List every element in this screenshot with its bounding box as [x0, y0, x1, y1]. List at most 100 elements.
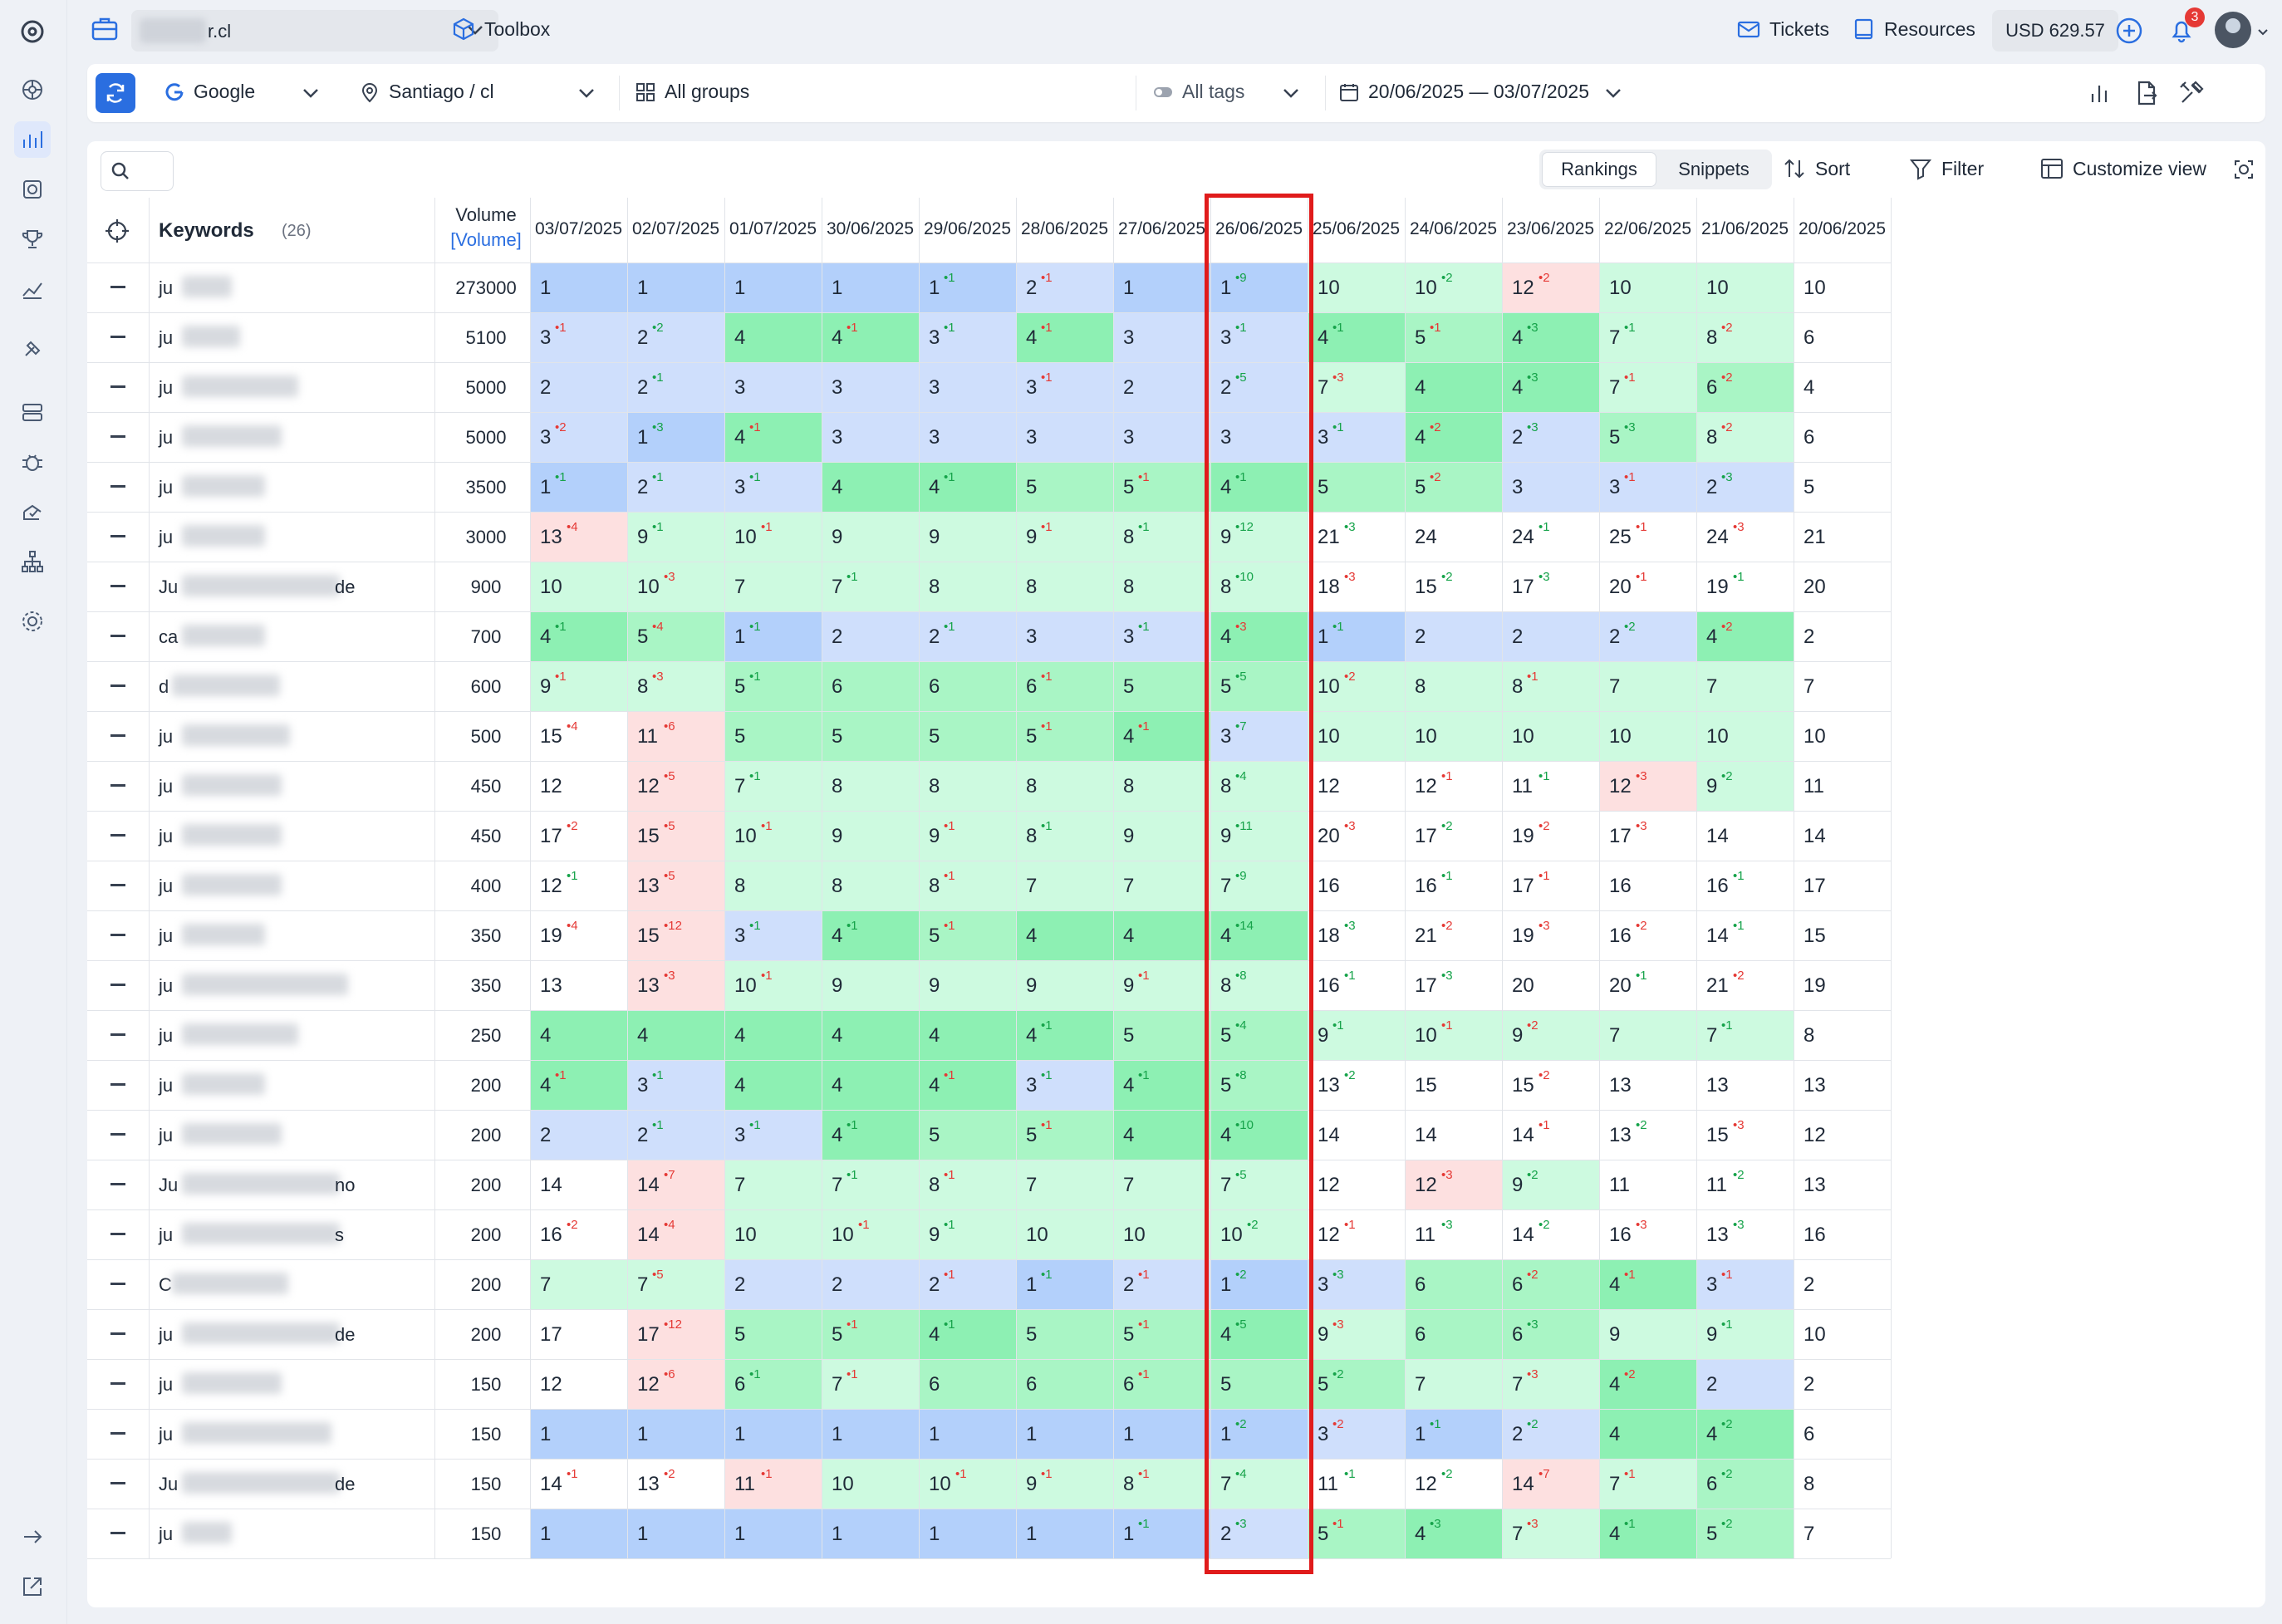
rank-cell[interactable]: 4 •1 — [1599, 1509, 1696, 1558]
rank-cell[interactable]: 10 •1 — [822, 1209, 919, 1259]
rank-cell[interactable]: 5 •3 — [1599, 412, 1696, 462]
rank-cell[interactable]: 2 — [530, 362, 627, 412]
rank-cell[interactable]: 15 — [1794, 910, 1891, 960]
rank-cell[interactable]: 1 — [1016, 1509, 1113, 1558]
rank-cell[interactable]: 4 — [1794, 362, 1891, 412]
rankings-icon[interactable] — [14, 121, 51, 158]
rank-cell[interactable]: 4 •1 — [1016, 312, 1113, 362]
rank-cell[interactable]: 8 •3 — [627, 661, 724, 711]
rank-cell[interactable]: 9 •3 — [1308, 1309, 1405, 1359]
rank-cell[interactable]: 4 •1 — [1599, 1259, 1696, 1309]
rank-cell[interactable]: 4 — [724, 1060, 822, 1110]
remove-icon[interactable] — [110, 1332, 125, 1335]
rank-cell[interactable]: 4 •1 — [919, 462, 1016, 512]
rank-cell[interactable]: 6 — [1405, 1259, 1502, 1309]
date-header[interactable]: 25/06/2025 — [1308, 219, 1405, 239]
rank-cell[interactable]: 2 — [1794, 611, 1891, 661]
rank-cell[interactable]: 1 •1 — [1016, 1259, 1113, 1309]
refresh-button[interactable] — [96, 73, 135, 113]
rank-cell[interactable]: 11 •1 — [1308, 1459, 1405, 1509]
rank-cell[interactable]: 5 •1 — [1016, 1110, 1113, 1160]
keyword-text[interactable]: ju — [159, 527, 173, 548]
date-header[interactable]: 20/06/2025 — [1794, 219, 1891, 239]
avatar[interactable] — [2215, 12, 2251, 48]
rank-cell[interactable]: 17 •12 — [627, 1309, 724, 1359]
rank-cell[interactable]: 3 — [1016, 611, 1113, 661]
rank-cell[interactable]: 5 — [1016, 462, 1113, 512]
remove-icon[interactable] — [110, 784, 125, 787]
tab-rankings[interactable]: Rankings — [1543, 153, 1656, 186]
rank-cell[interactable]: 2 •1 — [627, 1110, 724, 1160]
rank-cell[interactable]: 2 •2 — [1599, 611, 1696, 661]
keyword-text[interactable]: ju — [159, 277, 173, 299]
keyword-text[interactable]: ju — [159, 1424, 173, 1445]
rank-cell[interactable]: 2 •3 — [1502, 412, 1599, 462]
table-row[interactable]: ju 450 — [87, 811, 530, 861]
rank-cell[interactable]: 4 •1 — [724, 412, 822, 462]
rank-cell[interactable]: 6 — [1794, 312, 1891, 362]
rank-cell[interactable]: 5 — [822, 711, 919, 761]
table-row[interactable]: d 600 — [87, 661, 530, 711]
rank-cell[interactable]: 17 — [1794, 861, 1891, 910]
rank-cell[interactable]: 1 — [822, 262, 919, 312]
rank-cell[interactable]: 12 •1 — [1405, 761, 1502, 811]
crosshair-icon[interactable] — [104, 218, 130, 244]
rank-cell[interactable]: 4 — [627, 1010, 724, 1060]
keyword-text[interactable]: ju — [159, 876, 173, 897]
tools-icon[interactable] — [14, 331, 51, 367]
rank-cell[interactable]: 9 •2 — [1502, 1160, 1599, 1209]
rank-cell[interactable]: 9 — [1599, 1309, 1696, 1359]
rank-cell[interactable]: 6 •3 — [1502, 1309, 1599, 1359]
rank-cell[interactable]: 3 •3 — [1308, 1259, 1405, 1309]
rank-cell[interactable]: 14 — [1308, 1110, 1405, 1160]
chevron-down-icon[interactable] — [576, 82, 597, 104]
rank-cell[interactable]: 5 — [1794, 462, 1891, 512]
rank-cell[interactable]: 14 — [530, 1160, 627, 1209]
rank-cell[interactable]: 1 — [530, 262, 627, 312]
rank-cell[interactable]: 10 — [1794, 1309, 1891, 1359]
rank-cell[interactable]: 14 — [1405, 1110, 1502, 1160]
rank-cell[interactable]: 15 •2 — [1502, 1060, 1599, 1110]
rank-cell[interactable]: 1 — [530, 1509, 627, 1558]
rank-cell[interactable]: 14 •1 — [1696, 910, 1794, 960]
rank-cell[interactable]: 7 — [530, 1259, 627, 1309]
rank-cell[interactable]: 11 — [1599, 1160, 1696, 1209]
table-row[interactable]: ju 5000 — [87, 362, 530, 412]
rank-cell[interactable]: 9 •1 — [919, 1209, 1016, 1259]
rank-cell[interactable]: 16 •2 — [1599, 910, 1696, 960]
rank-cell[interactable]: 4 •3 — [1405, 1509, 1502, 1558]
rank-cell[interactable]: 4 •3 — [1502, 312, 1599, 362]
remove-icon[interactable] — [110, 485, 125, 488]
rank-cell[interactable]: 4 — [1113, 1110, 1210, 1160]
rank-cell[interactable]: 3 •1 — [1016, 1060, 1113, 1110]
project-selector[interactable]: r.cl — [131, 10, 498, 52]
rank-cell[interactable]: 4 •1 — [822, 312, 919, 362]
rank-cell[interactable]: 12 — [530, 761, 627, 811]
rank-cell[interactable]: 10 — [1308, 711, 1405, 761]
table-row[interactable]: Ju no 200 — [87, 1160, 530, 1209]
rank-cell[interactable]: 5 — [1113, 661, 1210, 711]
rank-cell[interactable]: 13 •2 — [1599, 1110, 1696, 1160]
keyword-text[interactable]: ju — [159, 975, 173, 997]
rank-cell[interactable]: 9 •1 — [1113, 960, 1210, 1010]
chevron-down-icon[interactable] — [300, 82, 321, 104]
rank-cell[interactable]: 1 — [1113, 1409, 1210, 1459]
date-header[interactable]: 21/06/2025 — [1696, 219, 1794, 239]
rank-cell[interactable]: 6 — [919, 1359, 1016, 1409]
rank-cell[interactable]: 7 — [1016, 861, 1113, 910]
keyword-text[interactable]: d — [159, 676, 169, 698]
table-row[interactable]: ju 450 — [87, 761, 530, 811]
rank-cell[interactable]: 3 •1 — [1016, 362, 1113, 412]
keyword-text[interactable]: ju — [159, 1025, 173, 1047]
table-row[interactable]: ju 200 — [87, 1110, 530, 1160]
location-select[interactable]: Santiago / cl — [359, 81, 494, 103]
rank-cell[interactable]: 16 — [1794, 1209, 1891, 1259]
rank-cell[interactable]: 3 — [1113, 312, 1210, 362]
rank-cell[interactable]: 2 — [1113, 362, 1210, 412]
rank-cell[interactable]: 4 •1 — [822, 910, 919, 960]
rank-cell[interactable]: 5 •1 — [1308, 1509, 1405, 1558]
rank-cell[interactable]: 10 — [1794, 711, 1891, 761]
rank-cell[interactable]: 7 •1 — [822, 1359, 919, 1409]
rank-cell[interactable]: 9 •1 — [1016, 512, 1113, 562]
tags-select[interactable]: All tags — [1152, 81, 1244, 103]
